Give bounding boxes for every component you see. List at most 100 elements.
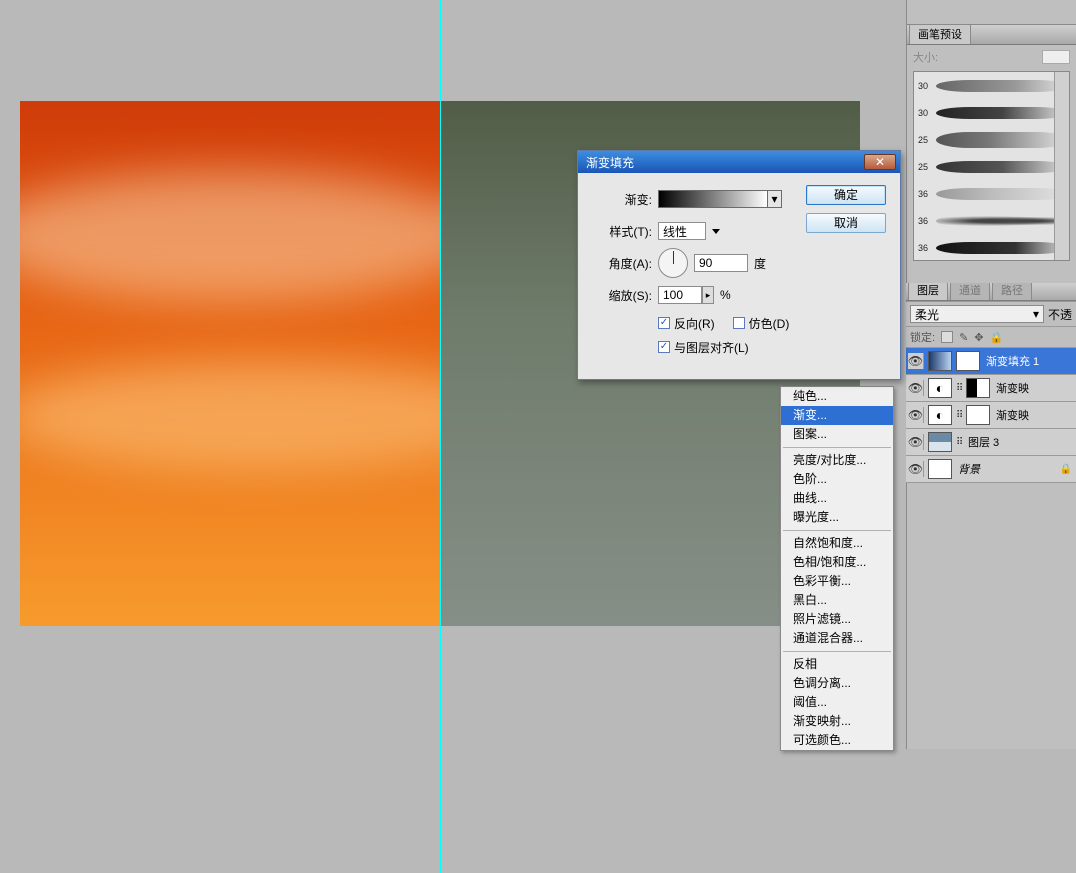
menu-item[interactable]: 可选颜色... <box>781 731 893 750</box>
menu-item[interactable]: 色相/饱和度... <box>781 553 893 572</box>
layer-name[interactable]: 渐变填充 1 <box>984 353 1039 369</box>
adjustment-icon[interactable] <box>928 405 952 425</box>
menu-item[interactable]: 渐变映射... <box>781 712 893 731</box>
dialog-titlebar[interactable]: 渐变填充 ✕ <box>578 151 900 173</box>
layer-row[interactable]: 👁 ⠿ 渐变映 <box>906 375 1076 402</box>
brush-size-label: 大小: <box>913 49 938 65</box>
reverse-checkbox[interactable]: ✓ <box>658 317 670 329</box>
brush-preset-row[interactable]: 36 <box>914 180 1069 207</box>
reverse-label: 反向(R) <box>674 315 715 332</box>
align-checkbox[interactable]: ✓ <box>658 341 670 353</box>
blend-mode-dropdown[interactable]: 柔光 ▾ <box>910 305 1044 323</box>
adjustment-layer-menu: 纯色...渐变...图案... 亮度/对比度...色阶...曲线...曝光度...… <box>780 386 894 751</box>
move-lock-icon[interactable]: ✥ <box>974 331 983 344</box>
brush-size-num: 30 <box>918 81 932 91</box>
dither-checkbox[interactable] <box>733 317 745 329</box>
brush-lock-icon[interactable]: ✎ <box>959 331 968 344</box>
menu-separator <box>783 530 891 531</box>
brush-stroke-preview <box>936 242 1069 254</box>
menu-item[interactable]: 曝光度... <box>781 508 893 527</box>
style-dropdown[interactable]: 线性 <box>658 222 706 240</box>
brush-size-input[interactable] <box>1042 50 1070 64</box>
brush-preset-row[interactable]: 30 <box>914 99 1069 126</box>
layer-mask-thumb[interactable] <box>966 405 990 425</box>
lock-all-icon[interactable]: 🔒 <box>990 331 1004 344</box>
blend-mode-value: 柔光 <box>915 306 939 323</box>
close-icon[interactable]: ✕ <box>864 154 896 170</box>
menu-item[interactable]: 图案... <box>781 425 893 444</box>
tab-paths[interactable]: 路径 <box>992 283 1032 300</box>
dither-label: 仿色(D) <box>749 315 790 332</box>
layer-mask-thumb[interactable] <box>956 351 980 371</box>
visibility-eye-icon[interactable]: 👁 <box>908 461 924 477</box>
angle-label: 角度(A): <box>592 255 652 272</box>
style-label: 样式(T): <box>592 223 652 240</box>
menu-item[interactable]: 照片滤镜... <box>781 610 893 629</box>
brush-preset-row[interactable]: 25 <box>914 153 1069 180</box>
menu-item[interactable]: 色阶... <box>781 470 893 489</box>
tab-layers[interactable]: 图层 <box>908 283 948 300</box>
gradient-label: 渐变: <box>592 191 652 208</box>
link-icon[interactable]: ⠿ <box>956 410 962 421</box>
style-value: 线性 <box>663 223 687 240</box>
brush-preset-row[interactable]: 36 <box>914 234 1069 261</box>
scale-input[interactable]: 100 <box>658 286 702 304</box>
vertical-guide[interactable] <box>440 0 441 873</box>
menu-item[interactable]: 反相 <box>781 655 893 674</box>
ok-button[interactable]: 确定 <box>806 185 886 205</box>
layer-row[interactable]: 👁 ⠿ 渐变映 <box>906 402 1076 429</box>
cancel-button[interactable]: 取消 <box>806 213 886 233</box>
angle-input[interactable]: 90 <box>694 254 748 272</box>
layer-thumb[interactable] <box>928 459 952 479</box>
layer-row[interactable]: 👁 渐变填充 1 <box>906 348 1076 375</box>
menu-item[interactable]: 渐变... <box>781 406 893 425</box>
layer-thumb[interactable] <box>928 432 952 452</box>
brush-stroke-preview <box>936 80 1069 92</box>
brush-size-num: 25 <box>918 135 932 145</box>
brush-size-num: 36 <box>918 189 932 199</box>
collapsed-panel[interactable] <box>907 0 1076 25</box>
menu-item[interactable]: 通道混合器... <box>781 629 893 648</box>
layer-row[interactable]: 👁 背景 🔒 <box>906 456 1076 483</box>
brush-presets-panel: 画笔预设 大小: 30302525363636 <box>907 25 1076 265</box>
chevron-down-icon[interactable] <box>712 229 720 234</box>
visibility-eye-icon[interactable]: 👁 <box>908 380 924 396</box>
menu-item[interactable]: 色彩平衡... <box>781 572 893 591</box>
adjustment-icon[interactable] <box>928 378 952 398</box>
menu-item[interactable]: 阈值... <box>781 693 893 712</box>
chevron-down-icon[interactable]: ▾ <box>768 190 782 208</box>
menu-separator <box>783 651 891 652</box>
menu-item[interactable]: 黑白... <box>781 591 893 610</box>
menu-item[interactable]: 色调分离... <box>781 674 893 693</box>
opacity-label: 不透 <box>1048 306 1072 323</box>
brush-preset-row[interactable]: 30 <box>914 72 1069 99</box>
brush-size-num: 30 <box>918 108 932 118</box>
layer-name[interactable]: 图层 3 <box>966 434 999 450</box>
link-icon[interactable]: ⠿ <box>956 437 962 448</box>
layer-name[interactable]: 背景 <box>956 461 980 477</box>
visibility-eye-icon[interactable]: 👁 <box>908 407 924 423</box>
layer-mask-thumb[interactable] <box>966 378 990 398</box>
layer-name[interactable]: 渐变映 <box>994 407 1029 423</box>
gradient-swatch[interactable] <box>658 190 768 208</box>
brush-preset-row[interactable]: 36 <box>914 207 1069 234</box>
scale-stepper[interactable]: ▸ <box>702 286 714 304</box>
brush-list[interactable]: 30302525363636 <box>913 71 1070 261</box>
brush-preset-row[interactable]: 25 <box>914 126 1069 153</box>
menu-item[interactable]: 纯色... <box>781 387 893 406</box>
layer-name[interactable]: 渐变映 <box>994 380 1029 396</box>
tab-brush-presets[interactable]: 画笔预设 <box>909 25 971 44</box>
lock-icon: 🔒 <box>1060 464 1072 475</box>
menu-item[interactable]: 亮度/对比度... <box>781 451 893 470</box>
layer-thumb[interactable] <box>928 351 952 371</box>
link-icon[interactable]: ⠿ <box>956 383 962 394</box>
visibility-eye-icon[interactable]: 👁 <box>908 434 924 450</box>
menu-item[interactable]: 自然饱和度... <box>781 534 893 553</box>
tab-channels[interactable]: 通道 <box>950 283 990 300</box>
layers-panel: 图层通道路径 柔光 ▾ 不透 锁定: ✎ ✥ 🔒 👁渐变填充 1👁⠿渐变映👁⠿渐… <box>906 283 1076 483</box>
lock-transparent-icon[interactable] <box>941 331 953 343</box>
menu-item[interactable]: 曲线... <box>781 489 893 508</box>
layer-row[interactable]: 👁 ⠿ 图层 3 <box>906 429 1076 456</box>
visibility-eye-icon[interactable]: 👁 <box>908 353 924 369</box>
angle-dial[interactable] <box>658 248 688 278</box>
